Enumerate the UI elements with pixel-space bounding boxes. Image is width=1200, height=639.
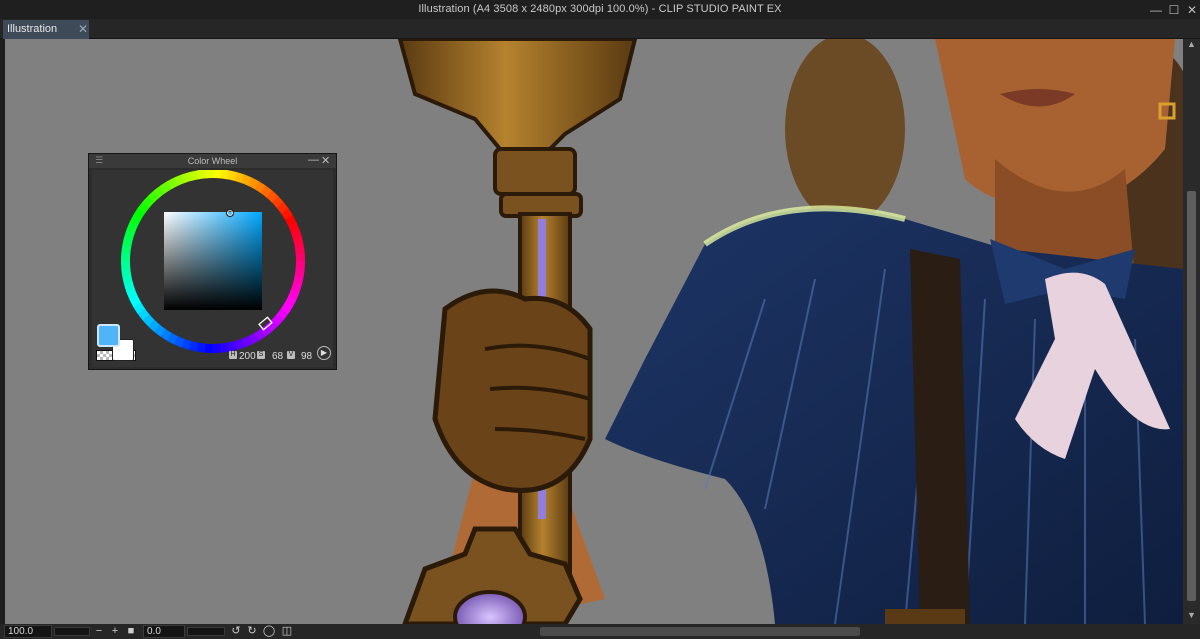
hue-ring-segment [205,170,215,179]
saturation-icon: S [257,351,265,359]
tab-label: Illustration [7,23,58,35]
reset-rotation-icon[interactable]: ◯ [262,624,276,639]
zoom-out-icon[interactable]: − [92,624,106,639]
close-icon[interactable]: ✕ [1181,0,1200,19]
gloved-hand [432,288,593,493]
vertical-scrollbar[interactable]: ▲ ▼ [1183,39,1200,624]
hue-icon: H [229,351,237,359]
scroll-up-icon[interactable]: ▲ [1183,39,1200,53]
staff-gem [453,590,527,624]
color-wheel-panel[interactable]: ☰ Color Wheel — ✕ H 200 S 68 V 98 ▶ [88,153,337,370]
switch-mode-icon[interactable]: ▶ [317,346,331,360]
zoom-slider[interactable] [54,627,90,636]
rotation-slider[interactable] [187,627,225,636]
rotation-field[interactable]: 0.0 [143,625,185,638]
saturation-value[interactable]: 68 [272,351,283,362]
zoom-in-icon[interactable]: + [108,624,122,639]
hue-ring-segment [295,252,305,263]
color-wheel-title: Color Wheel [187,156,238,166]
value-overlay [164,212,262,310]
staff-head [397,39,638,151]
tab-close-icon[interactable]: ✕ [78,22,88,36]
hue-value[interactable]: 200 [239,351,256,362]
window-title: Illustration (A4 3508 x 2480px 300dpi 10… [418,3,782,15]
color-wheel-header[interactable]: ☰ Color Wheel — ✕ [89,154,336,168]
vertical-scroll-thumb[interactable] [1187,191,1196,601]
suspender [910,249,970,624]
color-wheel-body: H 200 S 68 V 98 ▶ [92,170,333,367]
value-icon: V [287,351,295,359]
flip-horizontal-icon[interactable]: ◫ [280,624,294,639]
scroll-down-icon[interactable]: ▼ [1183,610,1200,624]
color-wheel-graphic[interactable] [92,170,333,367]
status-bar: 100.0 − + ■ 0.0 ↺ ↻ ◯ ◫ [0,624,1200,639]
horizontal-scroll-thumb[interactable] [540,627,860,636]
hue-ring-segment [121,259,131,270]
rotate-left-icon[interactable]: ↺ [229,624,243,639]
canvas[interactable]: ☰ Color Wheel — ✕ H 200 S 68 V 98 ▶ [5,39,1183,624]
main-color-swatch[interactable] [97,324,120,347]
staff-collar [493,147,577,196]
rotate-right-icon[interactable]: ↻ [245,624,259,639]
hue-ring-segment [211,343,222,353]
value-value[interactable]: 98 [301,351,312,362]
belt [885,609,965,624]
palette-close-icon[interactable]: ✕ [321,154,330,167]
title-bar: Illustration (A4 3508 x 2480px 300dpi 10… [0,0,1200,19]
tab-illustration[interactable]: Illustration ✕ [3,20,89,39]
zoom-reset-icon[interactable]: ■ [124,624,138,639]
hair [785,39,905,224]
palette-minimize-icon[interactable]: — [308,154,319,166]
zoom-field[interactable]: 100.0 [4,625,52,638]
tab-bar: Illustration ✕ [0,19,1200,39]
